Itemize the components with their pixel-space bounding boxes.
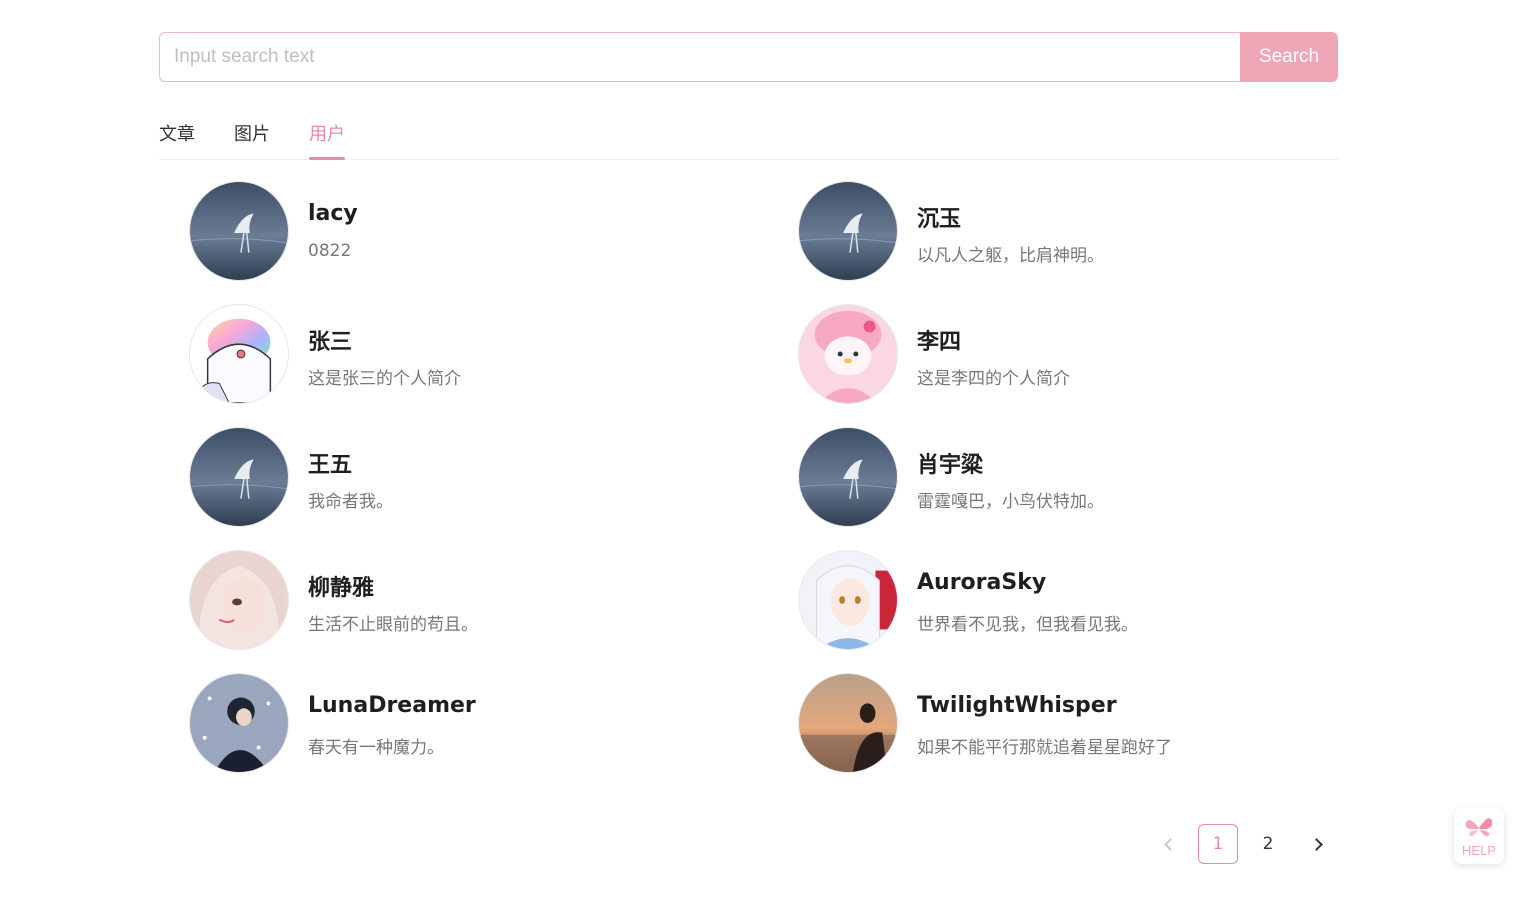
- user-card-lisi[interactable]: 李四 这是李四的个人简介: [798, 304, 1358, 404]
- prev-page-button[interactable]: [1148, 824, 1188, 864]
- user-bio: 世界看不见我，但我看见我。: [917, 615, 1138, 635]
- page-2-button[interactable]: 2: [1248, 824, 1288, 864]
- user-name: TwilightWhisper: [917, 693, 1117, 718]
- chevron-left-icon: [1163, 837, 1177, 851]
- pink-bunny-avatar: [798, 304, 898, 404]
- crane-lake-avatar: [798, 181, 898, 281]
- user-bio: 这是张三的个人简介: [308, 369, 461, 389]
- snow-person-avatar: [189, 673, 289, 773]
- user-name: 肖宇粱: [917, 453, 984, 478]
- tab-articles[interactable]: 文章: [159, 120, 195, 160]
- user-bio: 以凡人之躯，比肩神明。: [917, 246, 1104, 266]
- user-card-twilightwhisper[interactable]: TwilightWhisper 如果不能平行那就追着星星跑好了: [798, 673, 1358, 773]
- user-bio: 我命者我。: [308, 492, 393, 512]
- user-bio: 雷霆嘎巴，小鸟伏特加。: [917, 492, 1104, 512]
- crane-lake-avatar: [189, 181, 289, 281]
- page-1-button[interactable]: 1: [1198, 824, 1238, 864]
- user-bio: 0822: [308, 241, 352, 261]
- user-name: 李四: [917, 330, 962, 355]
- user-name: lacy: [308, 201, 358, 226]
- user-card-lunadreamer[interactable]: LunaDreamer 春天有一种魔力。: [189, 673, 749, 773]
- crane-lake-avatar: [189, 427, 289, 527]
- search-button[interactable]: Search: [1240, 32, 1338, 82]
- cartoon-ghost-avatar: [189, 304, 289, 404]
- user-card-xiaoyuliang[interactable]: 肖宇粱 雷霆嘎巴，小鸟伏特加。: [798, 427, 1358, 527]
- user-card-lacy[interactable]: lacy 0822: [189, 181, 749, 281]
- search-tabs: 文章 图片 用户: [159, 110, 1339, 160]
- pagination: 1 2: [1148, 824, 1348, 864]
- user-bio: 春天有一种魔力。: [308, 738, 444, 758]
- user-name: 张三: [308, 330, 353, 355]
- crane-lake-avatar: [798, 427, 898, 527]
- anime-girl-avatar: [798, 550, 898, 650]
- tab-images[interactable]: 图片: [234, 120, 270, 160]
- butterfly-icon: [1465, 817, 1493, 836]
- user-bio: 生活不止眼前的苟且。: [308, 615, 478, 635]
- portrait-girl-avatar: [189, 550, 289, 650]
- help-button[interactable]: HELP: [1454, 808, 1504, 864]
- user-card-zhangsan[interactable]: 张三 这是张三的个人简介: [189, 304, 749, 404]
- user-card-liujingya[interactable]: 柳静雅 生活不止眼前的苟且。: [189, 550, 749, 650]
- search-input[interactable]: [159, 32, 1240, 82]
- tab-users[interactable]: 用户: [309, 120, 345, 160]
- sunset-silhouette-avatar: [798, 673, 898, 773]
- user-name: AuroraSky: [917, 570, 1047, 595]
- chevron-right-icon: [1309, 837, 1323, 851]
- user-name: 沉玉: [917, 207, 962, 232]
- user-card-wangwu[interactable]: 王五 我命者我。: [189, 427, 749, 527]
- user-card-chenyu[interactable]: 沉玉 以凡人之躯，比肩神明。: [798, 181, 1358, 281]
- user-name: 柳静雅: [308, 576, 375, 601]
- user-name: LunaDreamer: [308, 693, 476, 718]
- user-bio: 如果不能平行那就追着星星跑好了: [917, 738, 1172, 758]
- next-page-button[interactable]: [1298, 824, 1338, 864]
- help-label: HELP: [1462, 842, 1496, 858]
- user-card-aurorasky[interactable]: AuroraSky 世界看不见我，但我看见我。: [798, 550, 1358, 650]
- search-bar: Search: [159, 32, 1338, 82]
- user-name: 王五: [308, 453, 353, 478]
- user-bio: 这是李四的个人简介: [917, 369, 1070, 389]
